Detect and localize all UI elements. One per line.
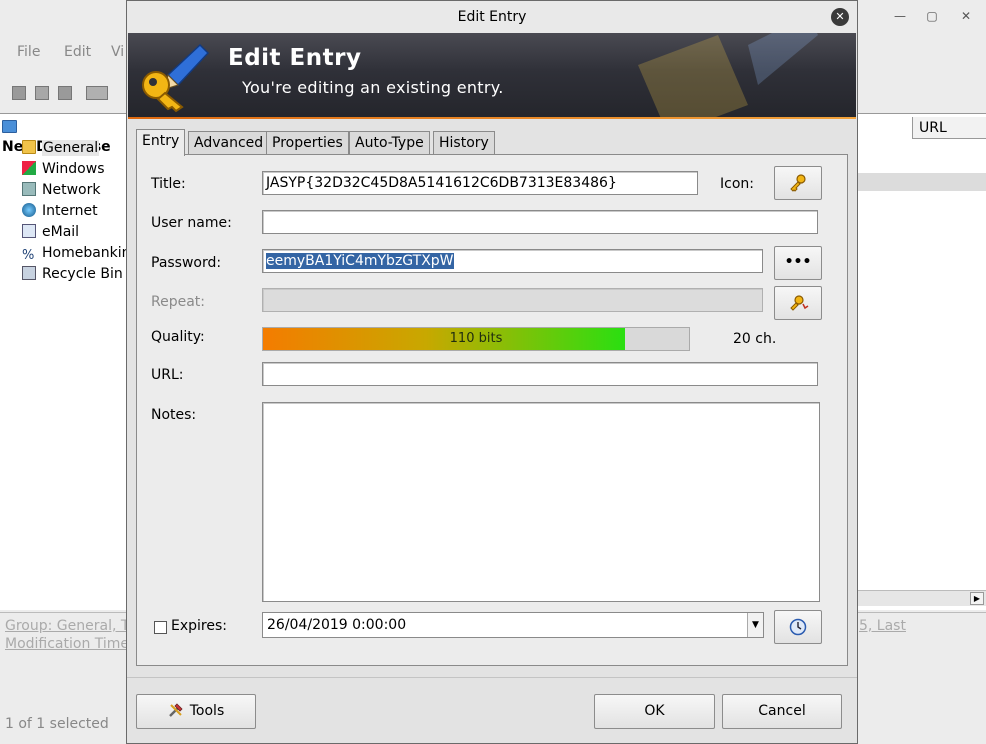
details-line-modification: Modification Time: xyxy=(5,636,134,652)
notes-textarea[interactable] xyxy=(262,402,820,602)
scroll-right-icon[interactable]: ▶ xyxy=(970,592,984,605)
entry-details-left: Group: General, Ti Modification Time: xyxy=(0,612,134,702)
password-value: eemyBA1YiC4mYbzGTXpW xyxy=(266,253,454,269)
open-database-icon[interactable] xyxy=(35,86,49,100)
notes-label: Notes: xyxy=(151,407,197,423)
status-text: 1 of 1 selected xyxy=(5,716,109,732)
repeat-field[interactable] xyxy=(262,288,763,312)
entry-list: URL xyxy=(855,113,986,610)
banner-subtitle: You're editing an existing entry. xyxy=(242,78,504,97)
quality-label: Quality: xyxy=(151,329,205,345)
details-line-group: Group: General, Ti xyxy=(5,618,133,634)
tab-history[interactable]: History xyxy=(433,131,495,155)
save-database-icon[interactable] xyxy=(58,86,72,100)
password-generator-button[interactable] xyxy=(774,286,822,320)
minimize-icon[interactable]: — xyxy=(890,6,910,26)
chevron-down-icon[interactable]: ▼ xyxy=(747,613,763,637)
expiry-date-combo[interactable]: 26/04/2019 0:00:00 ▼ xyxy=(262,612,764,638)
tree-item-general[interactable]: General xyxy=(22,138,100,159)
entry-icon-button[interactable] xyxy=(774,166,822,200)
repeat-label: Repeat: xyxy=(151,294,205,310)
tree-item-recycle-bin[interactable]: Recycle Bin xyxy=(22,264,123,285)
tree-item-windows[interactable]: Windows xyxy=(22,159,105,180)
entry-tab-panel: Title: JASYP{32D32C45D8A5141612C6DB7313E… xyxy=(136,154,848,666)
tools-label: Tools xyxy=(189,703,225,719)
envelope-icon xyxy=(22,224,36,238)
tab-auto-type[interactable]: Auto-Type xyxy=(349,131,430,155)
title-field[interactable]: JASYP{32D32C45D8A5141612C6DB7313E83486} xyxy=(262,171,698,195)
details-line-right: 5, Last xyxy=(859,618,906,634)
password-generator-icon xyxy=(790,295,809,311)
url-label: URL: xyxy=(151,367,184,383)
banner-accent-line xyxy=(128,117,856,119)
network-icon xyxy=(22,182,36,196)
dialog-title: Edit Entry xyxy=(457,9,527,25)
globe-icon xyxy=(22,203,36,217)
tab-entry[interactable]: Entry xyxy=(136,129,186,156)
password-length-text: 20 ch. xyxy=(733,331,777,347)
menu-view[interactable]: Vi xyxy=(111,44,124,60)
menu-edit[interactable]: Edit xyxy=(64,44,91,60)
password-label: Password: xyxy=(151,255,222,271)
tab-advanced[interactable]: Advanced xyxy=(188,131,270,155)
key-icon xyxy=(790,174,806,192)
close-icon[interactable]: ✕ xyxy=(831,8,849,26)
quality-bits-text: 110 bits xyxy=(449,331,503,346)
banner-decoration xyxy=(638,33,818,119)
tree-item-label: Homebankin xyxy=(42,245,131,261)
tree-item-network[interactable]: Network xyxy=(22,180,100,201)
new-database-icon[interactable] xyxy=(12,86,26,100)
username-label: User name: xyxy=(151,215,232,231)
footer-divider xyxy=(127,677,857,678)
banner-title: Edit Entry xyxy=(228,45,362,71)
tab-properties[interactable]: Properties xyxy=(266,131,349,155)
icon-label: Icon: xyxy=(720,176,754,192)
username-field[interactable] xyxy=(262,210,818,234)
database-icon xyxy=(2,120,17,133)
edit-entry-dialog: Edit Entry ✕ Edit Entry You're editing a… xyxy=(126,0,858,744)
tree-item-label: Internet xyxy=(42,203,98,219)
tree-item-label: eMail xyxy=(42,224,80,240)
add-entry-icon[interactable] xyxy=(86,86,108,100)
folder-icon xyxy=(22,140,36,154)
title-label: Title: xyxy=(151,176,186,192)
tree-item-label: General xyxy=(42,140,100,156)
group-tree: NewDatabase General Windows Network Inte… xyxy=(0,113,131,610)
tree-item-internet[interactable]: Internet xyxy=(22,201,98,222)
percent-icon: % xyxy=(22,248,35,263)
expires-label: Expires: xyxy=(171,618,227,634)
table-row[interactable] xyxy=(855,173,986,191)
tree-item-label: Windows xyxy=(42,161,105,177)
recycle-bin-icon xyxy=(22,266,36,280)
entry-details-right: 5, Last xyxy=(855,612,986,702)
tools-icon xyxy=(168,703,183,717)
expires-checkbox[interactable] xyxy=(154,621,167,634)
tree-item-homebanking[interactable]: % Homebankin xyxy=(22,243,131,264)
dialog-titlebar: Edit Entry ✕ xyxy=(127,1,857,33)
url-field[interactable] xyxy=(262,362,818,386)
close-window-icon[interactable]: ✕ xyxy=(956,6,976,26)
column-header-url[interactable]: URL xyxy=(912,117,986,139)
show-password-button[interactable]: ••• xyxy=(774,246,822,280)
dialog-banner: Edit Entry You're editing an existing en… xyxy=(128,33,856,119)
ok-button[interactable]: OK xyxy=(594,694,715,729)
tree-item-email[interactable]: eMail xyxy=(22,222,79,243)
password-field[interactable]: eemyBA1YiC4mYbzGTXpW xyxy=(262,249,763,273)
tree-item-label: Network xyxy=(42,182,101,198)
expiry-presets-button[interactable] xyxy=(774,610,822,644)
clock-icon xyxy=(789,618,807,636)
tree-item-label: Recycle Bin xyxy=(42,266,123,282)
expiry-date-value: 26/04/2019 0:00:00 xyxy=(267,617,407,633)
tools-button[interactable]: Tools xyxy=(136,694,256,729)
quality-bar: 110 bits xyxy=(262,327,690,351)
maximize-icon[interactable]: ▢ xyxy=(922,6,942,26)
horizontal-scrollbar[interactable]: ▶ xyxy=(855,590,986,606)
edit-entry-icon xyxy=(142,43,210,113)
cancel-button[interactable]: Cancel xyxy=(722,694,842,729)
windows-icon xyxy=(22,161,36,175)
menu-file[interactable]: File xyxy=(17,44,40,60)
